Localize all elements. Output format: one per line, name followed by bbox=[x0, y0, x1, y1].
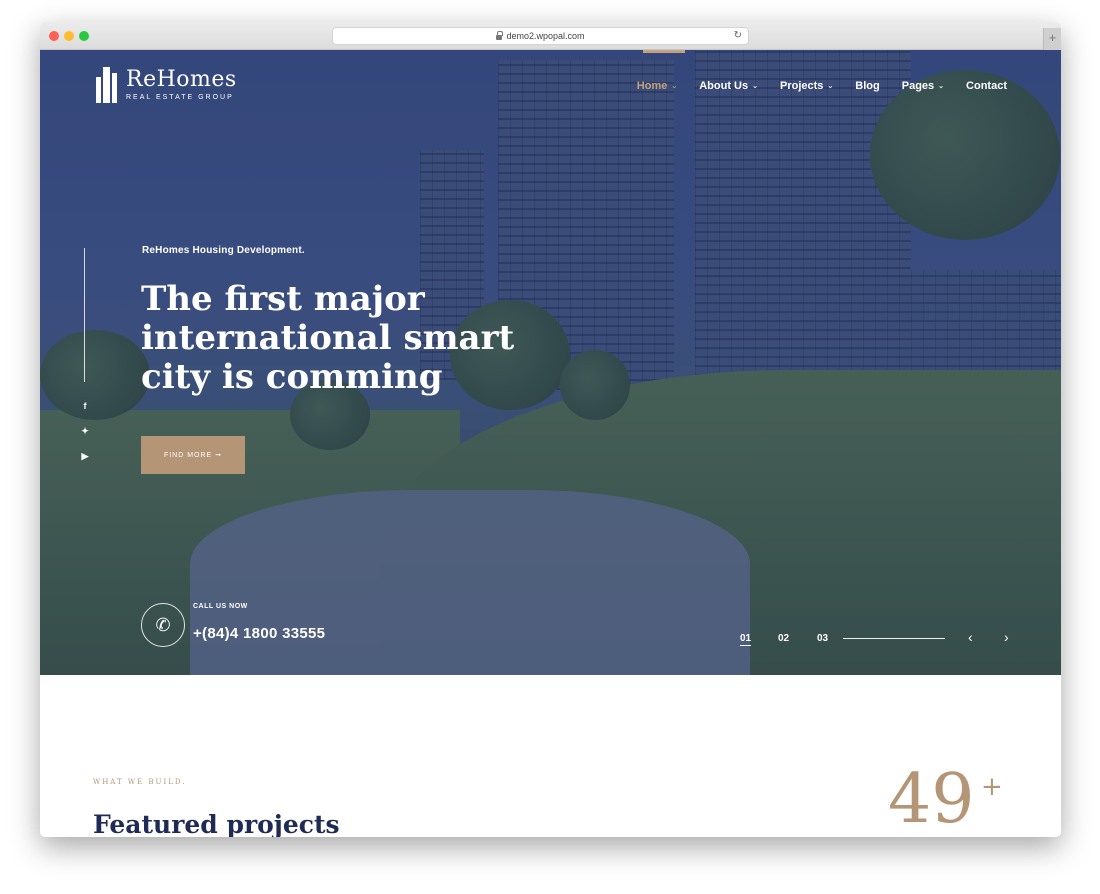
chevron-down-icon: ⌄ bbox=[671, 83, 678, 90]
hero-slider: ReHomes REAL ESTATE GROUP Home ⌄ About Us… bbox=[40, 50, 1061, 675]
active-nav-indicator bbox=[643, 50, 685, 53]
slide-progress-bar bbox=[843, 638, 945, 639]
hero-headline-line: city is comming bbox=[141, 357, 443, 397]
building-logo-icon bbox=[96, 67, 118, 103]
slide-dot-01[interactable]: 01 bbox=[740, 633, 752, 646]
browser-window: demo2.wpopal.com ↻ + ReHomes REAL ESTATE… bbox=[40, 22, 1061, 837]
nav-item-projects[interactable]: Projects ⌄ bbox=[780, 80, 833, 92]
hero-headline-line: The first major bbox=[141, 279, 425, 319]
phone-icon[interactable]: ✆ bbox=[141, 603, 185, 647]
hero-headline-line: international smart bbox=[141, 318, 515, 358]
nav-item-blog[interactable]: Blog bbox=[855, 80, 879, 92]
hero-headline: The first major international smart city… bbox=[141, 280, 521, 397]
minimize-window-button[interactable] bbox=[64, 31, 74, 41]
chevron-right-icon[interactable]: › bbox=[1004, 629, 1009, 645]
facebook-icon[interactable]: f bbox=[79, 400, 91, 412]
find-more-button[interactable]: FIND MORE ➞ bbox=[141, 436, 245, 474]
chevron-down-icon: ⌄ bbox=[827, 83, 834, 90]
nav-item-pages[interactable]: Pages ⌄ bbox=[902, 80, 944, 92]
call-us-label: CALL US NOW bbox=[193, 603, 248, 610]
address-bar-url: demo2.wpopal.com bbox=[506, 31, 585, 41]
nav-item-contact[interactable]: Contact bbox=[966, 80, 1007, 92]
nav-item-about-us[interactable]: About Us ⌄ bbox=[699, 80, 758, 92]
slide-dot-02[interactable]: 02 bbox=[778, 633, 789, 644]
lock-icon bbox=[496, 30, 504, 40]
address-bar[interactable]: demo2.wpopal.com ↻ bbox=[332, 27, 749, 45]
nav-item-label: Blog bbox=[855, 80, 880, 92]
vertical-divider bbox=[84, 248, 85, 382]
twitter-icon[interactable]: ✦ bbox=[79, 425, 91, 437]
reload-icon[interactable]: ↻ bbox=[734, 30, 742, 41]
main-nav: Home ⌄ About Us ⌄ Projects ⌄ Blog Pages ⌄ Co… bbox=[615, 80, 1007, 92]
nav-item-label: Home bbox=[636, 80, 668, 92]
chevron-down-icon: ⌄ bbox=[752, 83, 758, 90]
slide-dot-03[interactable]: 03 bbox=[817, 633, 828, 644]
chevron-down-icon: ⌄ bbox=[938, 83, 945, 90]
maximize-window-button[interactable] bbox=[79, 31, 89, 41]
chevron-left-icon[interactable]: ‹ bbox=[968, 629, 973, 645]
close-window-button[interactable] bbox=[49, 31, 59, 41]
nav-item-home[interactable]: Home ⌄ bbox=[637, 80, 677, 92]
brand-name: ReHomes bbox=[126, 67, 237, 92]
phone-number[interactable]: +(84)4 1800 33555 bbox=[193, 625, 325, 642]
section-title: Featured projects bbox=[93, 810, 340, 837]
new-tab-button[interactable]: + bbox=[1043, 28, 1061, 50]
youtube-icon[interactable]: ▶ bbox=[79, 450, 91, 462]
nav-item-label: Projects bbox=[780, 80, 824, 92]
projects-count: 49 bbox=[888, 760, 975, 837]
browser-toolbar: demo2.wpopal.com ↻ + bbox=[40, 22, 1061, 50]
section-eyebrow: WHAT WE BUILD. bbox=[93, 778, 187, 786]
nav-item-label: Pages bbox=[901, 80, 935, 92]
nav-item-label: About Us bbox=[699, 80, 749, 92]
site-logo[interactable]: ReHomes REAL ESTATE GROUP bbox=[96, 67, 237, 103]
projects-count-suffix: + bbox=[981, 772, 1003, 802]
nav-item-label: Contact bbox=[966, 80, 1007, 92]
brand-tagline: REAL ESTATE GROUP bbox=[126, 94, 234, 101]
hero-eyebrow: ReHomes Housing Development. bbox=[142, 245, 305, 256]
